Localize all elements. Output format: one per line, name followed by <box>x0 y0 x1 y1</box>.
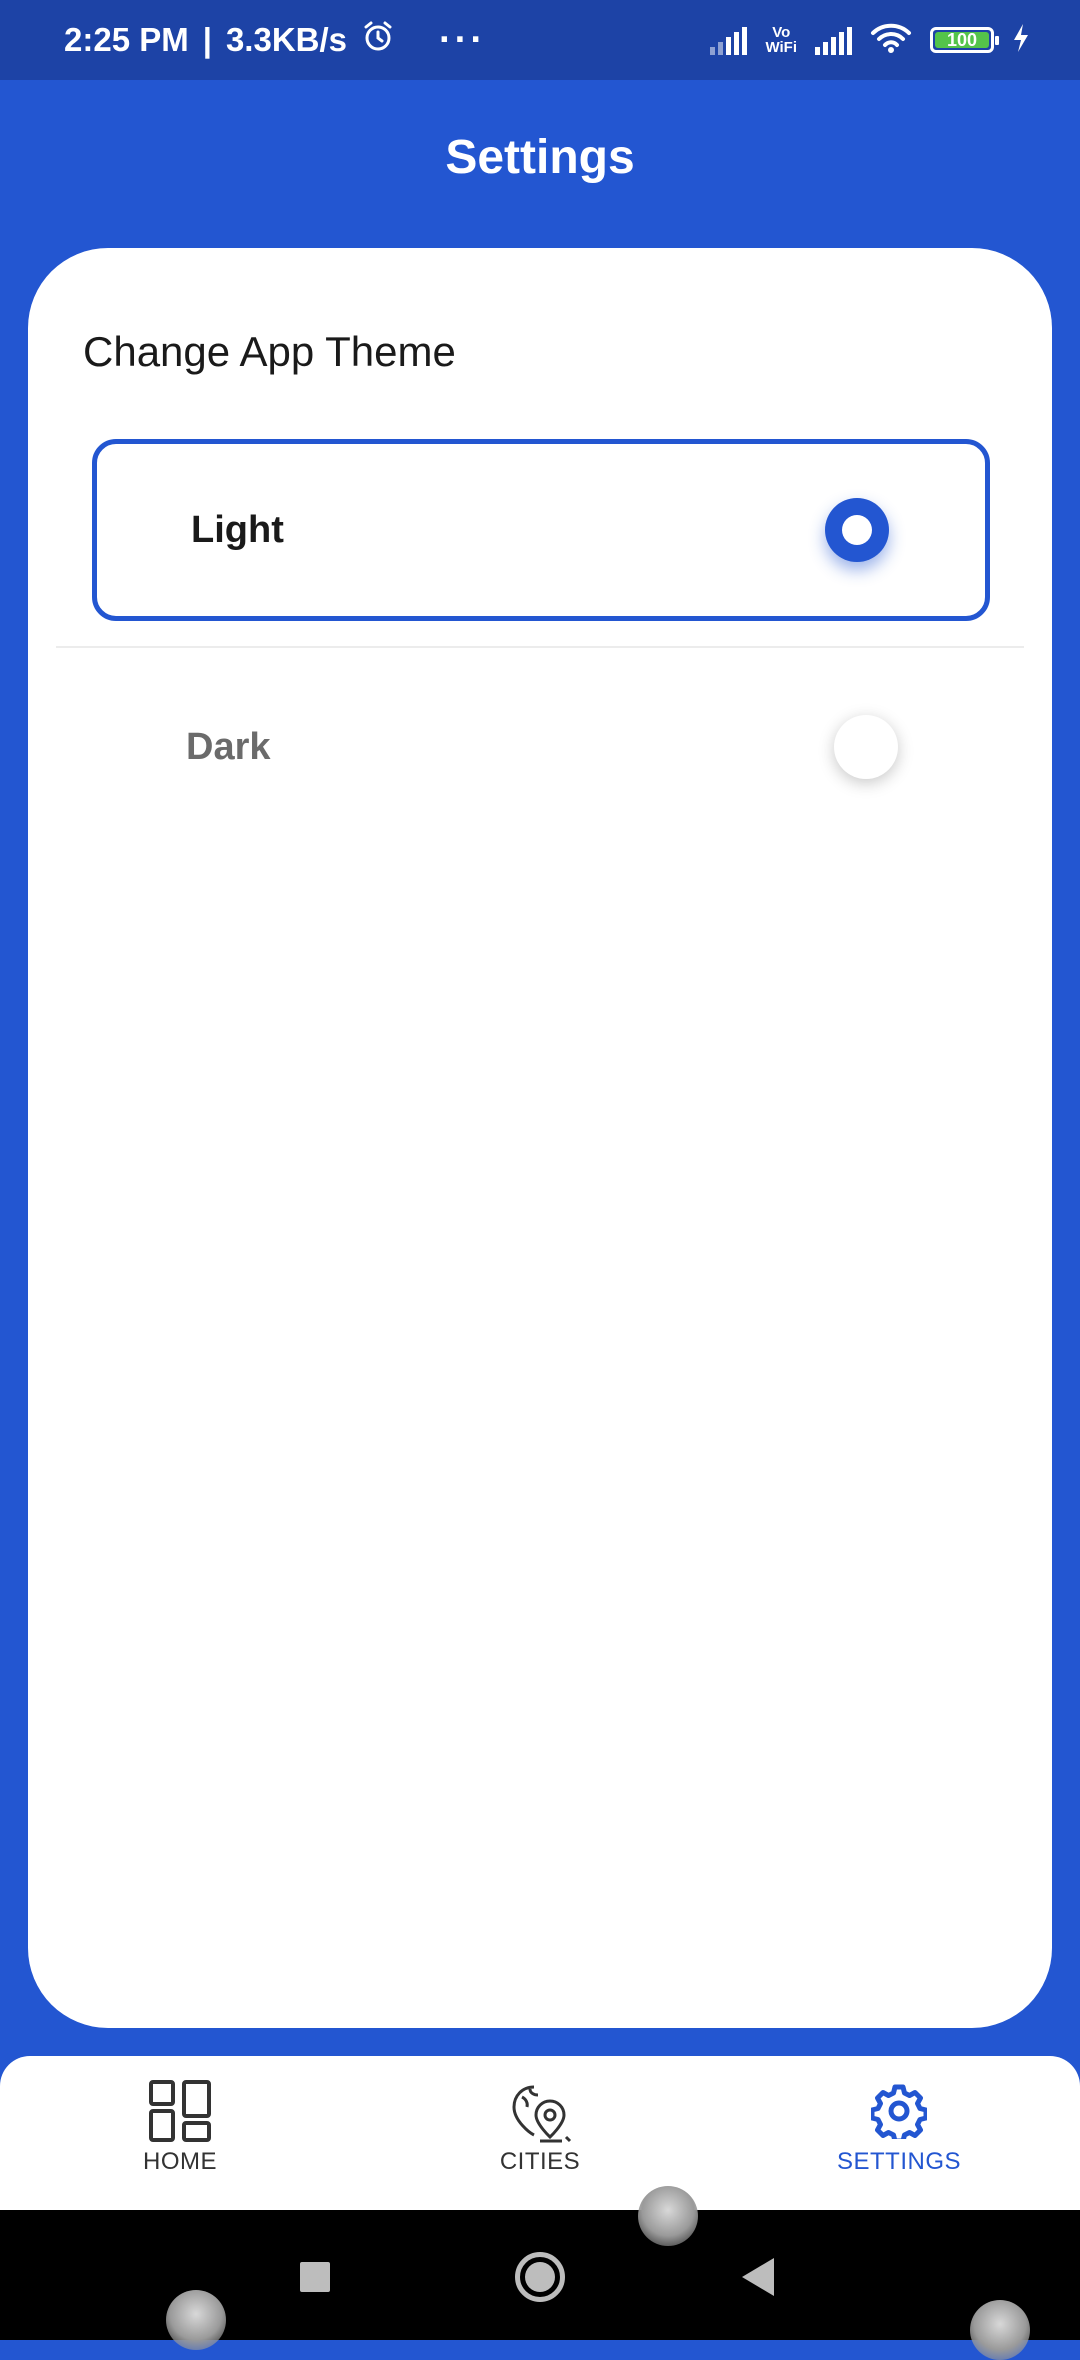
nav-settings[interactable]: SETTINGS <box>799 2056 999 2210</box>
theme-option-light[interactable]: Light <box>92 439 990 621</box>
network-speed: 3.3KB/s <box>225 21 348 58</box>
vowifi-icon: Vo WiFi <box>765 24 797 56</box>
nav-home[interactable]: HOME <box>80 2056 280 2210</box>
status-bar: 2:25 PM | 3.3KB/s ··· Vo WiFi 100 <box>0 0 1080 80</box>
settings-card: Change App Theme Light Dark <box>28 248 1052 2028</box>
battery-icon: 100 <box>930 27 999 53</box>
status-separator: | <box>202 21 212 58</box>
theme-option-label: Light <box>191 508 284 551</box>
charging-icon <box>1012 23 1030 58</box>
divider <box>56 646 1024 648</box>
nav-cities[interactable]: CITIES <box>440 2056 640 2210</box>
battery-level: 100 <box>946 29 978 50</box>
theme-option-label: Dark <box>186 725 271 768</box>
alarm-icon <box>361 19 395 61</box>
recents-button[interactable] <box>300 2262 330 2292</box>
wifi-icon <box>870 22 912 59</box>
touch-indicator <box>166 2290 226 2350</box>
section-title: Change App Theme <box>83 328 456 375</box>
bottom-navigation: HOME CITIES SETTINGS <box>0 2056 1080 2210</box>
home-button[interactable] <box>515 2252 565 2302</box>
touch-indicator <box>970 2300 1030 2360</box>
page-title: Settings <box>445 131 635 184</box>
theme-option-dark[interactable]: Dark <box>92 656 990 838</box>
signal-icon <box>710 25 748 55</box>
status-time: 2:25 PM <box>64 21 189 58</box>
back-button[interactable] <box>742 2258 774 2296</box>
map-pin-icon <box>508 2078 572 2144</box>
radio-selected[interactable] <box>825 498 889 562</box>
more-notifications-icon: ··· <box>439 18 486 61</box>
signal-icon-2 <box>815 25 852 55</box>
nav-label: HOME <box>143 2148 217 2175</box>
dashboard-icon <box>148 2078 212 2144</box>
nav-label: SETTINGS <box>836 2148 961 2175</box>
touch-indicator <box>638 2186 698 2246</box>
radio-unselected[interactable] <box>834 715 898 779</box>
nav-label: CITIES <box>499 2148 581 2175</box>
gear-icon <box>871 2078 927 2144</box>
